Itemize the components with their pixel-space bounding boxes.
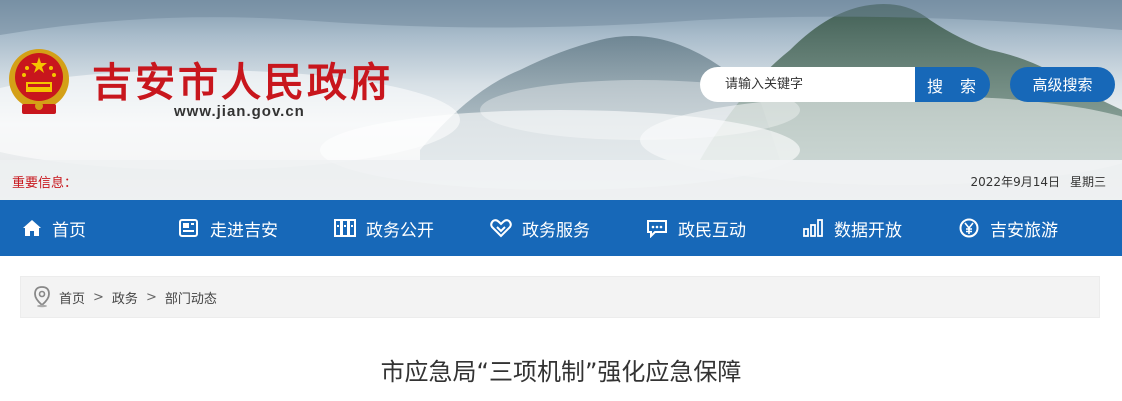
national-emblem-logo — [9, 49, 69, 114]
nav-item-home[interactable]: 首页 — [22, 200, 86, 256]
site-title: 吉安市人民政府 — [92, 60, 393, 106]
nav-label: 政务公开 — [366, 220, 434, 241]
search-input[interactable] — [700, 67, 915, 102]
nav-label: 政民互动 — [678, 220, 746, 241]
nav-item-open-data[interactable]: 数据开放 — [802, 200, 902, 256]
nav-label: 政务服务 — [522, 220, 590, 241]
handshake-icon — [490, 219, 512, 238]
notice-bar: 重要信息： 2022年9月14日 星期三 — [0, 160, 1122, 200]
nav-item-gov-services[interactable]: 政务服务 — [490, 200, 590, 256]
bar-chart-icon — [803, 219, 823, 237]
main-nav: 首页 走进吉安 政务公开 政务服务 政民互动 数据开放 吉安旅游 — [0, 200, 1122, 256]
nav-label: 数据开放 — [834, 220, 902, 241]
nav-label: 首页 — [52, 220, 86, 241]
breadcrumb-home[interactable]: 首页 — [59, 288, 85, 307]
breadcrumb-dept-news[interactable]: 部门动态 — [165, 288, 217, 307]
nav-item-public-interaction[interactable]: 政民互动 — [646, 200, 746, 256]
breadcrumb: 首页 > 政务 > 部门动态 — [20, 276, 1100, 318]
nav-item-gov-disclosure[interactable]: 政务公开 — [334, 200, 434, 256]
yuan-coin-icon — [959, 218, 979, 238]
article-title: 市应急局“三项机制”强化应急保障 — [380, 358, 742, 386]
breadcrumb-separator: > — [93, 289, 104, 305]
home-icon — [23, 220, 41, 236]
nav-item-jian-tourism[interactable]: 吉安旅游 — [958, 200, 1058, 256]
important-notice-label: 重要信息： — [12, 176, 78, 191]
nav-label: 走进吉安 — [210, 220, 278, 241]
site-header: 吉安市人民政府 www.jian.gov.cn 搜 索 高级搜索 重要信息： 2… — [0, 0, 1122, 200]
folders-icon — [334, 219, 356, 237]
advanced-search-button[interactable]: 高级搜索 — [1010, 67, 1115, 102]
location-pin-icon — [34, 286, 50, 308]
date-display: 2022年9月14日 星期三 — [961, 173, 1106, 190]
chat-icon — [647, 220, 667, 238]
site-url: www.jian.gov.cn — [174, 103, 305, 120]
breadcrumb-separator: > — [145, 289, 157, 305]
search-box: 搜 索 — [700, 67, 990, 102]
current-weekday: 星期三 — [1069, 175, 1106, 189]
search-button[interactable]: 搜 索 — [915, 67, 990, 102]
nav-label: 吉安旅游 — [990, 220, 1058, 241]
breadcrumb-gov-affairs[interactable]: 政务 — [112, 288, 138, 307]
document-icon — [179, 219, 198, 237]
current-date: 2022年9月14日 — [970, 175, 1060, 189]
nav-item-about-jian[interactable]: 走进吉安 — [178, 200, 278, 256]
